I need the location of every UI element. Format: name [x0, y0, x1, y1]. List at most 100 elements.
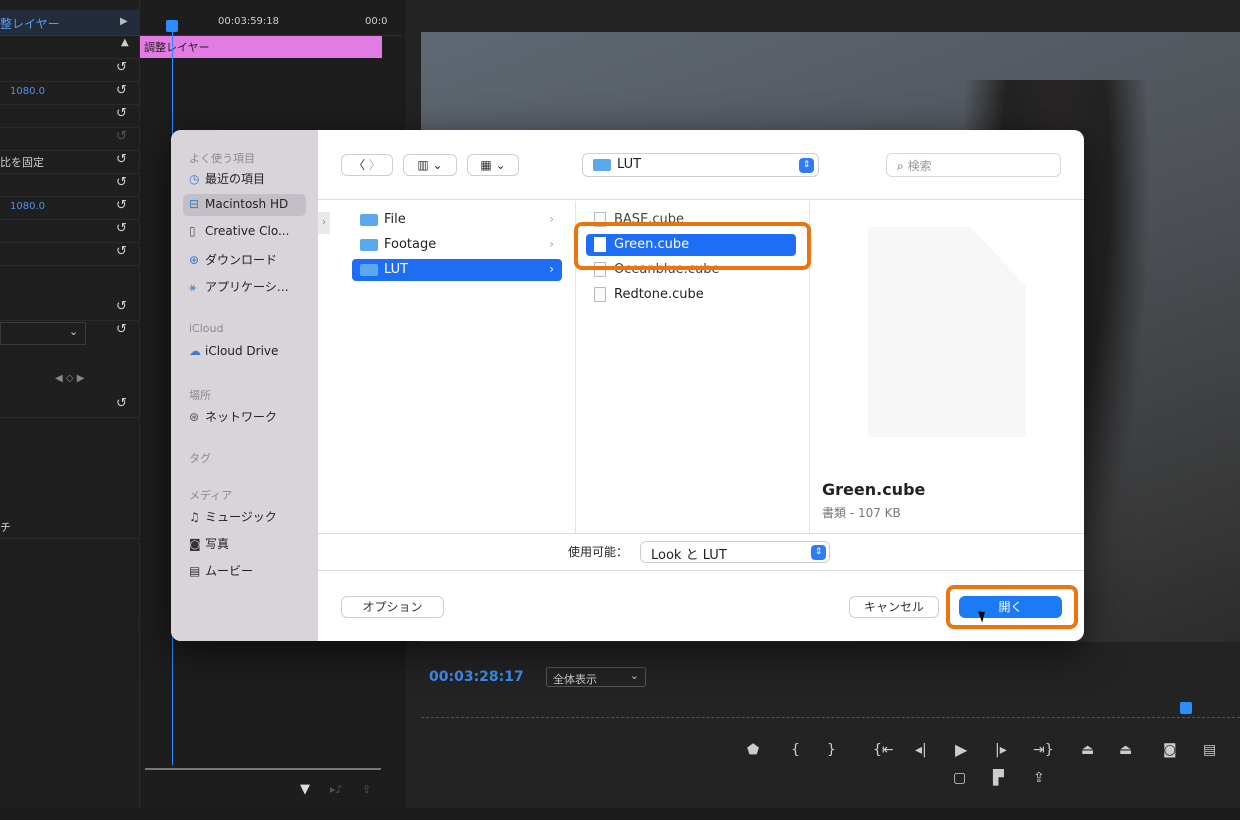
- folder-icon: [360, 213, 378, 226]
- reset-icon[interactable]: ↺: [116, 299, 127, 314]
- sidebar-item-movies[interactable]: ▤ ムービー: [183, 559, 306, 581]
- search-field[interactable]: ⌕ 検索: [886, 153, 1061, 177]
- filter-icon[interactable]: ▼: [300, 782, 310, 797]
- playhead-timecode[interactable]: 00:03:28:17: [429, 669, 524, 685]
- sidebar-item-music[interactable]: ♫ ミュージック: [183, 505, 306, 527]
- sidebar-item-applications[interactable]: ⚹ アプリケーシ…: [183, 275, 306, 297]
- sidebar-item-icloud-drive[interactable]: ☁ iCloud Drive: [183, 341, 306, 363]
- chevron-right-icon[interactable]: 〉: [369, 158, 381, 172]
- reset-icon[interactable]: ↺: [116, 322, 127, 337]
- sidebar-item-label: 最近の項目: [205, 172, 266, 186]
- reset-icon[interactable]: ↺: [116, 106, 127, 121]
- sidebar-item-recents[interactable]: ◷ 最近の項目: [183, 167, 306, 189]
- view-mode-button[interactable]: ▥ ⌄: [403, 154, 457, 176]
- folder-item-file[interactable]: File ›: [352, 209, 562, 231]
- effect-controls-title: 整レイヤー: [0, 17, 60, 31]
- search-icon: ⌕: [897, 159, 904, 173]
- reset-icon[interactable]: ↺: [116, 83, 127, 98]
- reset-icon[interactable]: ↺: [116, 198, 127, 213]
- compare-icon[interactable]: ▤: [1203, 742, 1216, 758]
- chevron-right-icon: ›: [549, 237, 554, 251]
- reset-icon[interactable]: ↺: [116, 152, 127, 167]
- globe-icon: ⊛: [189, 410, 200, 424]
- timeline-zoom-scrollbar[interactable]: [145, 768, 381, 778]
- sidebar-item-macintosh-hd[interactable]: ⊟ Macintosh HD: [183, 194, 306, 216]
- sidebar-section-icloud: iCloud: [189, 322, 224, 335]
- collapse-sidebar-icon[interactable]: ›: [318, 212, 330, 234]
- cancel-button[interactable]: キャンセル: [849, 596, 939, 618]
- extract-icon[interactable]: ⏏: [1119, 742, 1132, 758]
- safe-margins-icon[interactable]: ▢: [953, 770, 966, 786]
- adjustment-layer-clip[interactable]: 調整レイヤー: [140, 36, 382, 58]
- collapse-icon[interactable]: ▲: [121, 37, 129, 48]
- export-frame-icon[interactable]: ⇪: [1033, 770, 1045, 786]
- options-button[interactable]: オプション: [341, 596, 444, 618]
- sidebar-item-label: Creative Clo...: [205, 224, 290, 238]
- format-filter-select[interactable]: Look と LUT ⇕: [640, 541, 830, 563]
- group-button[interactable]: ▦ ⌄: [467, 154, 519, 176]
- add-marker-icon[interactable]: ⬟: [747, 742, 759, 758]
- camera-icon[interactable]: ◙: [1163, 742, 1177, 758]
- property-row: ↺: [0, 243, 140, 266]
- highlight-open-button: [946, 585, 1078, 629]
- property-dropdown[interactable]: ⌄: [0, 322, 86, 345]
- ruler-time: 00:03:59:18: [218, 16, 280, 27]
- folder-icon: [593, 158, 611, 171]
- property-row: ↺: [0, 59, 140, 82]
- property-label: チ: [0, 521, 11, 534]
- folder-item-lut[interactable]: LUT ›: [352, 259, 562, 281]
- reset-icon[interactable]: ↺: [116, 221, 127, 236]
- zoom-value: 全体表示: [553, 673, 597, 686]
- keyframe-nav-icon[interactable]: ◀ ◇ ▶: [55, 373, 84, 384]
- sidebar-section-favorites: よく使う項目: [189, 152, 255, 165]
- effect-controls-header[interactable]: 整レイヤー ▶: [0, 10, 140, 36]
- location-popup[interactable]: LUT ⇕: [582, 153, 819, 177]
- program-time-ruler[interactable]: [421, 700, 1240, 718]
- playhead[interactable]: [166, 20, 178, 32]
- play-icon[interactable]: ▶: [955, 740, 967, 759]
- mark-in-icon[interactable]: {: [791, 742, 800, 758]
- play-audio-icon[interactable]: ▸♪: [330, 783, 343, 796]
- sidebar-item-creative-cloud[interactable]: ▯ Creative Clo...: [183, 221, 306, 243]
- program-playhead[interactable]: [1180, 702, 1192, 714]
- sidebar-item-photos[interactable]: ◙ 写真: [183, 532, 306, 554]
- lift-icon[interactable]: ⏏: [1081, 742, 1094, 758]
- grid-icon: ▦: [480, 158, 492, 172]
- location-label: LUT: [617, 157, 642, 172]
- ruler-time: 00:0: [365, 16, 388, 27]
- step-back-icon[interactable]: ◂|: [915, 742, 927, 758]
- zoom-select[interactable]: 全体表示 ⌄: [546, 667, 646, 687]
- go-to-in-icon[interactable]: {⇤: [873, 742, 894, 758]
- sidebar-item-label: ムービー: [205, 564, 254, 578]
- reset-icon[interactable]: ↺: [116, 175, 127, 190]
- file-item-redtone[interactable]: Redtone.cube: [586, 284, 796, 306]
- reset-icon[interactable]: ↺: [116, 396, 127, 411]
- export-icon[interactable]: ⇪: [362, 783, 371, 796]
- folder-item-footage[interactable]: Footage ›: [352, 234, 562, 256]
- sidebar-item-downloads[interactable]: ⊕ ダウンロード: [183, 248, 306, 270]
- document-icon: [594, 287, 606, 302]
- finder-sidebar: よく使う項目 ◷ 最近の項目 ⊟ Macintosh HD ▯ Creative Cl…: [171, 130, 318, 641]
- mark-out-icon[interactable]: }: [827, 742, 836, 758]
- play-triangle-icon[interactable]: ▶: [120, 16, 128, 27]
- effect-controls-panel: 整レイヤー ▶ ▲ ↺ 1080.0 ↺ ↺ ↺ 比を固定 ↺ ↺ 1080.0 ↺ …: [0, 0, 140, 808]
- property-row: 1080.0 ↺: [0, 197, 140, 220]
- property-row: ↺: [0, 105, 140, 128]
- step-forward-icon[interactable]: |▸: [995, 742, 1007, 758]
- sidebar-section-media: メディア: [189, 489, 233, 502]
- reset-icon[interactable]: ↺: [116, 244, 127, 259]
- back-forward-buttons[interactable]: 〈 〉: [341, 154, 393, 176]
- folder-column: File › Footage › LUT ›: [342, 201, 576, 533]
- property-value[interactable]: 1080.0: [10, 86, 45, 97]
- chevron-left-icon[interactable]: 〈: [353, 158, 365, 172]
- folder-icon: [360, 238, 378, 251]
- reset-icon[interactable]: ↺: [116, 60, 127, 75]
- sidebar-item-label: ダウンロード: [205, 253, 278, 267]
- sidebar-item-network[interactable]: ⊛ ネットワーク: [183, 405, 306, 427]
- comparison-view-icon[interactable]: ▛: [993, 770, 1004, 786]
- go-to-out-icon[interactable]: ⇥}: [1033, 742, 1054, 758]
- sidebar-item-label: ミュージック: [205, 510, 277, 524]
- property-value[interactable]: 1080.0: [10, 201, 45, 212]
- columns-view-icon: ▥: [417, 158, 429, 172]
- search-placeholder: 検索: [907, 159, 932, 173]
